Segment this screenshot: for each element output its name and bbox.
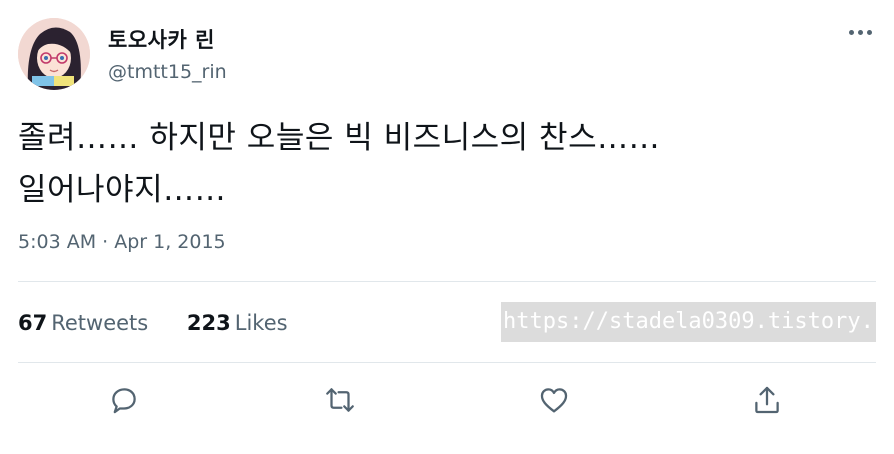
author-avatar[interactable] — [18, 18, 90, 90]
retweets-label: Retweets — [51, 311, 149, 335]
retweets-count: 67 — [18, 311, 48, 335]
divider-bottom — [18, 362, 876, 363]
likes-count: 223 — [186, 311, 231, 335]
watermark-url: https://stadela0309.tistory.com — [501, 302, 876, 342]
tweet-text: 졸려…… 하지만 오늘은 빅 비즈니스의 찬스…… 일어나야지…… — [18, 120, 661, 208]
avatar-anime-girl-icon — [18, 18, 90, 90]
retweets-stat[interactable]: 67 Retweets — [18, 311, 148, 335]
likes-label: Likes — [234, 311, 288, 335]
likes-stat[interactable]: 223 Likes — [187, 311, 288, 335]
share-icon[interactable] — [747, 380, 787, 420]
tweet-header: 토오사카 린 @tmtt15_rin — [18, 18, 876, 90]
author-display-name[interactable]: 토오사카 린 — [108, 24, 215, 54]
tweet-stats: 67 Retweets 223 Likes — [18, 311, 320, 335]
author-handle[interactable]: @tmtt15_rin — [108, 61, 227, 83]
divider-top — [18, 281, 876, 282]
tweet-timestamp[interactable]: 5:03 AM · Apr 1, 2015 — [18, 231, 226, 253]
more-options-icon[interactable] — [846, 20, 876, 44]
heart-icon[interactable] — [534, 380, 574, 420]
retweet-icon[interactable] — [320, 380, 360, 420]
reply-icon[interactable] — [104, 380, 144, 420]
action-bar — [0, 380, 894, 424]
